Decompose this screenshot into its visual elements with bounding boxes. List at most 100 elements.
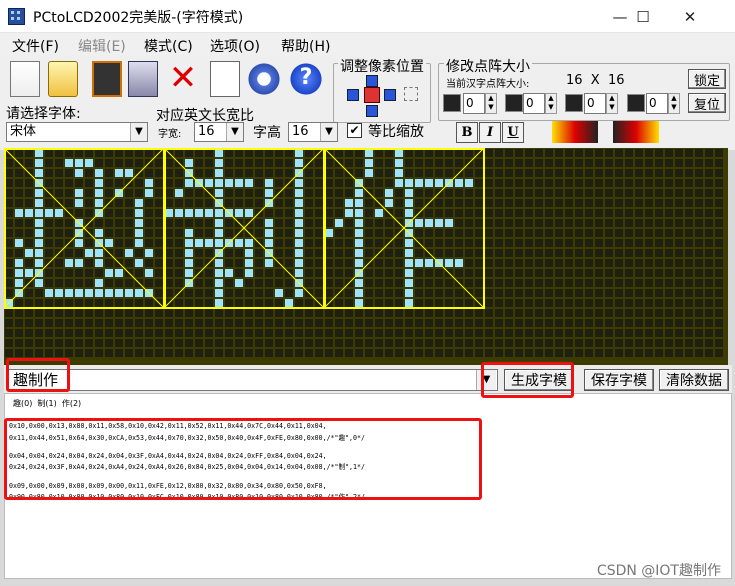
pixel-on[interactable]	[185, 159, 193, 167]
pixel-off[interactable]	[605, 349, 613, 357]
pixel-off[interactable]	[115, 219, 123, 227]
pixel-off[interactable]	[275, 269, 283, 277]
pixel-off[interactable]	[685, 179, 693, 187]
pixel-off[interactable]	[675, 199, 683, 207]
pixel-on[interactable]	[355, 299, 363, 307]
pixel-off[interactable]	[305, 189, 313, 197]
pixel-off[interactable]	[705, 259, 713, 267]
pixel-on[interactable]	[35, 229, 43, 237]
pixel-off[interactable]	[275, 339, 283, 347]
pixel-off[interactable]	[105, 149, 113, 157]
pixel-off[interactable]	[205, 289, 213, 297]
pixel-off[interactable]	[605, 309, 613, 317]
pixel-off[interactable]	[235, 339, 243, 347]
pixel-off[interactable]	[305, 269, 313, 277]
pixel-off[interactable]	[65, 199, 73, 207]
pixel-off[interactable]	[125, 229, 133, 237]
pixel-off[interactable]	[605, 339, 613, 347]
pixel-off[interactable]	[245, 159, 253, 167]
pixel-off[interactable]	[165, 189, 173, 197]
pixel-off[interactable]	[575, 219, 583, 227]
pixel-off[interactable]	[315, 309, 323, 317]
pixel-off[interactable]	[305, 309, 313, 317]
pixel-on[interactable]	[95, 199, 103, 207]
pixel-on[interactable]	[215, 189, 223, 197]
pixel-off[interactable]	[575, 249, 583, 257]
pixel-on[interactable]	[185, 179, 193, 187]
pixel-off[interactable]	[205, 229, 213, 237]
pixel-off[interactable]	[695, 169, 703, 177]
pixel-off[interactable]	[125, 219, 133, 227]
pixel-off[interactable]	[215, 339, 223, 347]
pixel-off[interactable]	[705, 159, 713, 167]
pixel-off[interactable]	[195, 249, 203, 257]
pixel-off[interactable]	[585, 289, 593, 297]
center-icon[interactable]	[364, 87, 380, 103]
pixel-off[interactable]	[195, 279, 203, 287]
pixel-on[interactable]	[85, 249, 93, 257]
pixel-off[interactable]	[275, 239, 283, 247]
pixel-off[interactable]	[695, 339, 703, 347]
pixel-off[interactable]	[325, 349, 333, 357]
pixel-off[interactable]	[595, 199, 603, 207]
pixel-off[interactable]	[225, 199, 233, 207]
pixel-off[interactable]	[275, 219, 283, 227]
pixel-off[interactable]	[395, 189, 403, 197]
pixel-off[interactable]	[335, 149, 343, 157]
pixel-off[interactable]	[545, 179, 553, 187]
pixel-off[interactable]	[665, 239, 673, 247]
pixel-off[interactable]	[495, 199, 503, 207]
pixel-on[interactable]	[365, 149, 373, 157]
pixel-off[interactable]	[125, 199, 133, 207]
pixel-on[interactable]	[325, 229, 333, 237]
pixel-off[interactable]	[555, 169, 563, 177]
pixel-off[interactable]	[545, 329, 553, 337]
pixel-off[interactable]	[195, 339, 203, 347]
pixel-off[interactable]	[625, 259, 633, 267]
pixel-off[interactable]	[165, 239, 173, 247]
dot-matrix-canvas[interactable]	[3, 147, 728, 365]
pixel-off[interactable]	[625, 249, 633, 257]
pixel-off[interactable]	[515, 209, 523, 217]
pixel-off[interactable]	[225, 319, 233, 327]
pixel-off[interactable]	[265, 169, 273, 177]
pixel-off[interactable]	[505, 329, 513, 337]
pixel-off[interactable]	[255, 249, 263, 257]
pixel-off[interactable]	[535, 189, 543, 197]
pixel-off[interactable]	[345, 229, 353, 237]
pixel-on[interactable]	[295, 269, 303, 277]
pixel-off[interactable]	[355, 339, 363, 347]
pixel-off[interactable]	[285, 259, 293, 267]
pixel-off[interactable]	[95, 219, 103, 227]
pixel-off[interactable]	[405, 319, 413, 327]
pixel-off[interactable]	[595, 179, 603, 187]
pixel-off[interactable]	[265, 269, 273, 277]
pixel-off[interactable]	[495, 309, 503, 317]
pixel-off[interactable]	[175, 149, 183, 157]
pixel-off[interactable]	[115, 349, 123, 357]
pixel-off[interactable]	[445, 169, 453, 177]
pixel-off[interactable]	[545, 229, 553, 237]
pixel-off[interactable]	[135, 349, 143, 357]
pixel-off[interactable]	[135, 249, 143, 257]
pixel-off[interactable]	[555, 229, 563, 237]
pixel-off[interactable]	[475, 349, 483, 357]
pixel-off[interactable]	[395, 309, 403, 317]
pixel-off[interactable]	[705, 229, 713, 237]
pixel-off[interactable]	[235, 169, 243, 177]
pixel-off[interactable]	[255, 219, 263, 227]
pixel-off[interactable]	[365, 229, 373, 237]
pixel-off[interactable]	[475, 159, 483, 167]
pixel-off[interactable]	[365, 269, 373, 277]
pixel-off[interactable]	[505, 149, 513, 157]
pixel-off[interactable]	[135, 149, 143, 157]
pixel-off[interactable]	[125, 309, 133, 317]
pixel-off[interactable]	[325, 179, 333, 187]
pixel-off[interactable]	[525, 319, 533, 327]
pixel-off[interactable]	[485, 179, 493, 187]
pixel-off[interactable]	[315, 289, 323, 297]
pixel-on[interactable]	[65, 259, 73, 267]
pixel-off[interactable]	[625, 229, 633, 237]
pixel-off[interactable]	[135, 179, 143, 187]
pixel-off[interactable]	[395, 319, 403, 327]
